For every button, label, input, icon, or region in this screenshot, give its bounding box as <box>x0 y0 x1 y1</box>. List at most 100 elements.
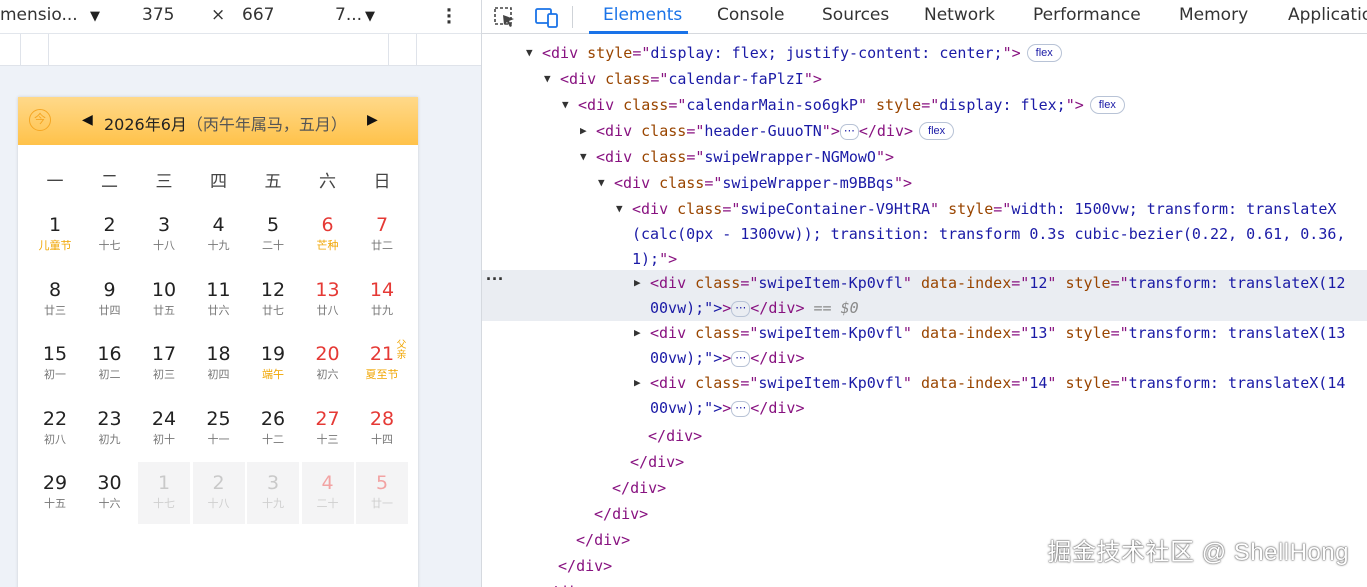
dom-node[interactable]: ▶ <div class="swipeItem-Kp0vfl" data-inde… <box>482 320 1367 346</box>
dom-node-continuation[interactable]: 00vw);">> ⋯ </div> <box>482 395 1367 421</box>
dom-closing-tag[interactable]: </div> <box>482 475 1367 501</box>
device-toolbar-icon[interactable] <box>535 6 559 28</box>
calendar-day[interactable]: 29 十五 <box>29 462 81 524</box>
calendar-day[interactable]: 27 十三 <box>302 398 354 460</box>
chevron-down-icon[interactable]: ▼ <box>90 9 100 24</box>
calendar-day[interactable]: 26 十二 <box>247 398 299 460</box>
calendar-day[interactable]: 13 廿八 <box>302 269 354 331</box>
collapse-arrow-icon[interactable]: ▼ <box>616 196 623 222</box>
dom-node[interactable]: ▼ <div class="calendarMain-so6gkP" style=… <box>482 92 1367 118</box>
attr-name: style <box>948 200 994 218</box>
dom-node[interactable]: ▶ <div class="swipeItem-Kp0vfl" data-inde… <box>482 370 1367 396</box>
attr-name: class <box>605 70 651 88</box>
calendar-day[interactable]: 28 十四 <box>356 398 408 460</box>
width-input[interactable]: 375 <box>142 5 174 25</box>
inspect-element-icon[interactable] <box>493 6 517 28</box>
tab-applicatio[interactable]: Applicatio <box>1288 5 1367 25</box>
dom-closing-tag[interactable]: </div> <box>482 423 1367 449</box>
tab-network[interactable]: Network <box>924 5 995 25</box>
calendar-day[interactable]: 11 廿六 <box>193 269 245 331</box>
calendar-day[interactable]: 5 廿一 <box>356 462 408 524</box>
tab-memory[interactable]: Memory <box>1179 5 1248 25</box>
collapsed-children-icon[interactable]: ⋯ <box>839 124 859 140</box>
calendar-day[interactable]: 5 二十 <box>247 204 299 266</box>
calendar-day[interactable]: 10 廿五 <box>138 269 190 331</box>
calendar-day[interactable]: 4 十九 <box>193 204 245 266</box>
expand-arrow-icon[interactable]: ▶ <box>580 118 587 144</box>
dom-closing-tag[interactable]: </div> <box>482 449 1367 475</box>
dom-node-continuation[interactable]: 1);"> <box>482 246 1367 272</box>
expand-arrow-icon[interactable]: ▶ <box>634 270 641 296</box>
flex-badge[interactable]: flex <box>919 122 955 140</box>
calendar-day[interactable]: 8 廿三 <box>29 269 81 331</box>
flex-badge[interactable]: flex <box>1089 96 1125 114</box>
prev-month-icon[interactable]: ◀ <box>82 112 93 128</box>
dom-node-continuation[interactable]: 00vw);">> ⋯ </div> == $0 <box>482 295 1367 321</box>
calendar-day[interactable]: 25 十一 <box>193 398 245 460</box>
calendar-day[interactable]: 6 芒种 <box>302 204 354 266</box>
calendar-day[interactable]: 1 儿童节 <box>29 204 81 266</box>
dom-node[interactable]: ▶ <div class="header-GuuoTN"> ⋯ </div> flex <box>482 118 1367 144</box>
expand-arrow-icon[interactable]: ▶ <box>634 370 641 396</box>
node-markup: <div class="swipeWrapper-NGMowO"> <box>596 144 894 170</box>
dom-node[interactable]: ▼ <div class="swipeContainer-V9HtRA" styl… <box>482 196 1367 222</box>
dom-node[interactable]: ▼ <div class="swipeWrapper-NGMowO"> <box>482 144 1367 170</box>
calendar-day[interactable]: 21 夏至节 父亲 <box>356 333 408 395</box>
collapsed-children-icon[interactable]: ⋯ <box>731 401 751 417</box>
tab-sources[interactable]: Sources <box>822 5 889 25</box>
expand-arrow-icon[interactable]: ▶ <box>634 320 641 346</box>
height-input[interactable]: 667 <box>242 5 274 25</box>
calendar-day[interactable]: 18 初四 <box>193 333 245 395</box>
tab-performance[interactable]: Performance <box>1033 5 1141 25</box>
day-number: 29 <box>42 472 68 494</box>
more-options-icon[interactable]: · · · <box>440 3 458 32</box>
dom-node[interactable]: ▼ <div class="calendar-faPlzI"> <box>482 66 1367 92</box>
dom-node[interactable]: ▼ <div style="display: flex; justify-cont… <box>482 40 1367 66</box>
calendar-day[interactable]: 2 十七 <box>84 204 136 266</box>
dom-node[interactable]: ▼ <div class="swipeWrapper-m9BBqs"> <box>482 170 1367 196</box>
today-icon[interactable]: 今 <box>29 109 51 131</box>
calendar-day[interactable]: 3 十八 <box>138 204 190 266</box>
calendar-day[interactable]: 23 初九 <box>84 398 136 460</box>
dimensions-dropdown[interactable]: mensio... <box>0 5 86 25</box>
dom-node-continuation[interactable]: (calc(0px - 1300vw)); transition: transf… <box>482 221 1367 247</box>
flex-badge[interactable]: flex <box>1026 44 1062 62</box>
collapsed-children-icon[interactable]: ⋯ <box>731 351 751 367</box>
calendar-day[interactable]: 20 初六 <box>302 333 354 395</box>
dom-node-continuation[interactable]: 00vw);">> ⋯ </div> <box>482 345 1367 371</box>
dom-closing-tag[interactable]: </div> <box>482 501 1367 527</box>
collapse-arrow-icon[interactable]: ▼ <box>562 92 569 118</box>
collapse-arrow-icon[interactable]: ▼ <box>598 170 605 196</box>
tab-elements[interactable]: Elements <box>603 5 682 25</box>
collapse-arrow-icon[interactable]: ▼ <box>544 66 551 92</box>
calendar-day[interactable]: 15 初一 <box>29 333 81 395</box>
lunar-date: 芒种 <box>316 239 339 252</box>
calendar-day[interactable]: 3 十九 <box>247 462 299 524</box>
tag-bracket: </ <box>612 479 631 497</box>
calendar-day[interactable]: 22 初八 <box>29 398 81 460</box>
zoom-dropdown[interactable]: 7... <box>335 5 362 25</box>
calendar-day[interactable]: 19 端午 <box>247 333 299 395</box>
calendar-day[interactable]: 24 初十 <box>138 398 190 460</box>
tab-console[interactable]: Console <box>717 5 785 25</box>
calendar-day[interactable]: 17 初三 <box>138 333 190 395</box>
calendar-day[interactable]: 30 十六 <box>84 462 136 524</box>
calendar-day[interactable]: 1 十七 <box>138 462 190 524</box>
node-actions-icon[interactable]: ··· <box>486 266 504 292</box>
collapse-arrow-icon[interactable]: ▼ <box>580 144 587 170</box>
calendar-day[interactable]: 2 十八 <box>192 462 245 524</box>
chevron-down-icon[interactable]: ▼ <box>365 9 375 24</box>
collapsed-children-icon[interactable]: ⋯ <box>731 301 751 317</box>
attr-name: data-index <box>920 324 1012 342</box>
next-month-icon[interactable]: ▶ <box>367 112 378 128</box>
calendar-day[interactable]: 14 廿九 <box>356 269 408 331</box>
calendar-day[interactable]: 9 廿四 <box>84 269 136 331</box>
dom-node-selected[interactable]: ▶ ··· <div class="swipeItem-Kp0vfl" data-i… <box>482 269 1367 296</box>
calendar-day[interactable]: 12 廿七 <box>247 269 299 331</box>
calendar-day[interactable]: 4 二十 <box>301 462 354 524</box>
collapse-arrow-icon[interactable]: ▼ <box>526 40 533 66</box>
calendar-day[interactable]: 7 廿二 <box>356 204 408 266</box>
attr-name: style <box>1065 324 1111 342</box>
calendar-day[interactable]: 16 初二 <box>84 333 136 395</box>
dom-closing-tag[interactable]: </div> <box>482 579 1367 587</box>
